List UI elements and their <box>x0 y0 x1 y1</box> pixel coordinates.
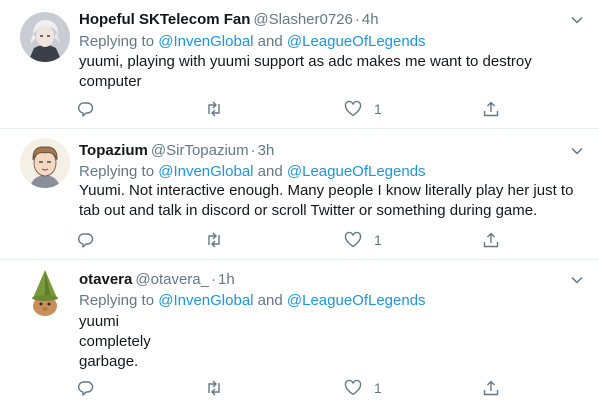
tweet-text-line: yuumi, playing with yuumi support as adc… <box>79 53 532 70</box>
mention-link[interactable]: @InvenGlobal <box>158 163 253 180</box>
chevron-down-icon[interactable] <box>569 143 585 159</box>
replying-to: Replying to @InvenGlobal and @LeagueOfLe… <box>79 33 426 51</box>
replying-to-conj: and <box>257 292 283 309</box>
reply-button[interactable] <box>77 378 95 398</box>
timestamp[interactable]: 4h <box>362 11 379 28</box>
retweet-button[interactable] <box>205 99 223 119</box>
like-button[interactable]: 1 <box>344 378 382 398</box>
tweet-header: Hopeful SKTelecom Fan @Slasher0726 · 4h <box>79 11 379 29</box>
separator-dot: · <box>354 11 360 28</box>
tweet-text-line: yuumi <box>79 313 120 330</box>
tweet-header: otavera @otavera_ · 1h <box>79 271 235 289</box>
like-button[interactable]: 1 <box>344 99 382 119</box>
replying-to: Replying to @InvenGlobal and @LeagueOfLe… <box>79 163 426 181</box>
like-count: 1 <box>374 232 382 248</box>
share-button[interactable] <box>482 378 500 398</box>
like-button[interactable]: 1 <box>344 230 382 250</box>
avatar[interactable] <box>20 12 70 62</box>
retweet-icon <box>208 101 220 117</box>
mention-link[interactable]: @LeagueOfLegends <box>287 292 426 309</box>
like-count: 1 <box>374 380 382 396</box>
tweet-text-line: Yuumi. Not interactive enough. Many peop… <box>79 182 574 199</box>
display-name[interactable]: Topazium <box>79 142 148 159</box>
tweet-text: yuumi completely garbage. <box>79 312 569 372</box>
user-handle[interactable]: @SirTopazium <box>151 142 249 159</box>
replying-to-conj: and <box>257 163 283 180</box>
mention-link[interactable]: @InvenGlobal <box>158 292 253 309</box>
timestamp[interactable]: 3h <box>258 142 275 159</box>
heart-icon <box>344 231 362 248</box>
mention-link[interactable]: @LeagueOfLegends <box>287 163 426 180</box>
reply-icon <box>78 381 94 396</box>
avatar[interactable] <box>20 268 70 318</box>
divider <box>0 259 599 260</box>
chevron-down-icon[interactable] <box>569 12 585 28</box>
replying-to-label: Replying to <box>79 33 155 50</box>
share-button[interactable] <box>482 99 500 119</box>
tweet-text-line: computer <box>79 73 142 90</box>
replying-to-conj: and <box>257 33 283 50</box>
tweet-text-line: completely <box>79 333 151 350</box>
replying-to-label: Replying to <box>79 292 155 309</box>
user-handle[interactable]: @Slasher0726 <box>253 11 352 28</box>
retweet-icon <box>208 232 220 248</box>
heart-icon <box>344 100 362 117</box>
tweet-text: Yuumi. Not interactive enough. Many peop… <box>79 181 574 221</box>
tweet-text-line: tab out and talk in discord or scroll Tw… <box>79 202 538 219</box>
retweet-button[interactable] <box>205 230 223 250</box>
reply-icon <box>78 102 94 117</box>
tweet-header: Topazium @SirTopazium · 3h <box>79 142 274 160</box>
separator-dot: · <box>210 271 216 288</box>
tweet-text: yuumi, playing with yuumi support as adc… <box>79 52 569 92</box>
separator-dot: · <box>250 142 256 159</box>
share-button[interactable] <box>482 230 500 250</box>
share-icon <box>483 232 499 248</box>
like-count: 1 <box>374 101 382 117</box>
user-handle[interactable]: @otavera_ <box>135 271 209 288</box>
retweet-button[interactable] <box>205 378 223 398</box>
display-name[interactable]: otavera <box>79 271 132 288</box>
reply-icon <box>78 233 94 248</box>
share-icon <box>483 380 499 396</box>
share-icon <box>483 101 499 117</box>
retweet-icon <box>208 380 220 396</box>
mention-link[interactable]: @InvenGlobal <box>158 33 253 50</box>
timestamp[interactable]: 1h <box>218 271 235 288</box>
reply-button[interactable] <box>77 230 95 250</box>
heart-icon <box>344 379 362 396</box>
replying-to-label: Replying to <box>79 163 155 180</box>
divider <box>0 128 599 129</box>
replying-to: Replying to @InvenGlobal and @LeagueOfLe… <box>79 292 426 310</box>
tweet-text-line: garbage. <box>79 353 139 370</box>
mention-link[interactable]: @LeagueOfLegends <box>287 33 426 50</box>
display-name[interactable]: Hopeful SKTelecom Fan <box>79 11 250 28</box>
avatar[interactable] <box>20 138 70 188</box>
chevron-down-icon[interactable] <box>569 272 585 288</box>
reply-button[interactable] <box>77 99 95 119</box>
